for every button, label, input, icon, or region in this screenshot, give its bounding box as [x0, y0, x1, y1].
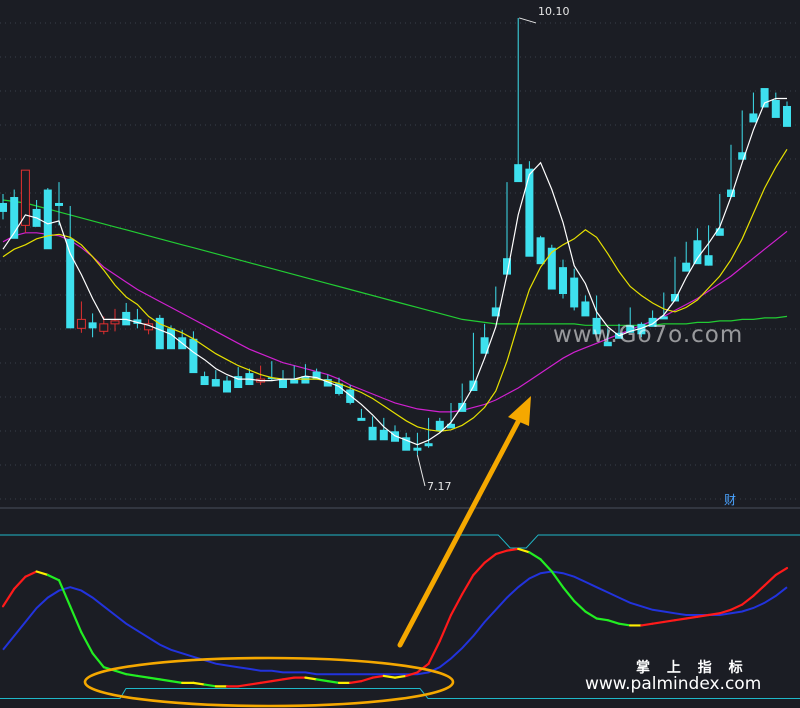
candle-body	[715, 228, 724, 236]
candle-body	[581, 301, 590, 317]
chart-background	[0, 0, 800, 708]
candle	[547, 244, 556, 290]
cai-marker: 财	[724, 493, 736, 507]
candle-body	[20, 169, 30, 226]
high-price-label: 10.10	[538, 5, 570, 18]
candle-body	[771, 100, 780, 118]
candle-body	[55, 202, 63, 206]
candle-body	[704, 255, 713, 266]
candle-body	[0, 202, 7, 212]
candle-body	[357, 417, 366, 421]
candle-body	[749, 113, 758, 123]
candle-body	[279, 379, 287, 389]
candle-body	[379, 429, 388, 441]
watermark-site-text: www.palmindex.com	[585, 674, 761, 694]
watermark-center: www.Go7o.com	[553, 322, 743, 348]
candle-body	[167, 328, 175, 350]
candle-body	[211, 379, 220, 387]
low-price-label: 7.17	[427, 480, 452, 493]
candle-body	[760, 88, 769, 108]
stock-chart: 10.10 7.17 www.Go7o.com 财 掌 上 指 标 www.pa…	[0, 0, 800, 708]
candle	[536, 235, 545, 265]
candle-body	[189, 338, 198, 374]
candle-body	[43, 189, 52, 250]
candle-body	[99, 323, 109, 332]
candle-body	[547, 247, 556, 290]
candle	[760, 88, 769, 108]
candle-body	[368, 426, 377, 441]
candle-body	[76, 318, 86, 329]
candle	[155, 314, 164, 350]
candle-body	[200, 376, 209, 386]
candle	[20, 169, 30, 233]
candle-body	[413, 447, 422, 451]
candle-body	[559, 267, 567, 295]
candle-body	[536, 237, 545, 265]
candle-body	[693, 240, 702, 265]
candle-body	[525, 168, 534, 257]
candle-body	[570, 277, 579, 308]
candle-body	[783, 105, 791, 127]
candle-body	[682, 262, 691, 272]
candle-body	[223, 380, 231, 393]
candle-body	[514, 164, 523, 183]
watermark-center-text: www.Go7o.com	[553, 322, 743, 348]
candle-body	[290, 379, 299, 384]
candle-body	[122, 311, 131, 326]
candle-body	[88, 322, 97, 329]
candle-body	[424, 443, 433, 447]
candle-body	[110, 320, 120, 325]
candle	[43, 188, 52, 250]
